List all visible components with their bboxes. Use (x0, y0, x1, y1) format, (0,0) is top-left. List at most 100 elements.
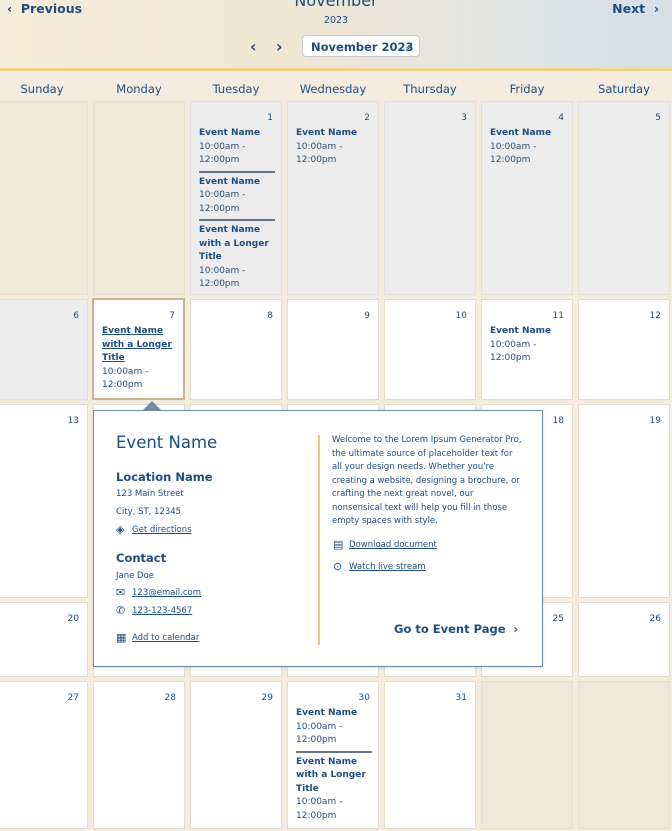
event-time: 10:00am - 12:00pm (199, 141, 246, 166)
event-item[interactable]: Event Name 10:00am - 12:00pm (296, 127, 372, 171)
day-cell-11[interactable]: 11 Event Name 10:00am - 12:00pm (481, 299, 573, 400)
phone-link[interactable]: 123-123-4567 (132, 606, 192, 616)
next-label: Next (612, 1, 646, 16)
day-cell-9[interactable]: 9 (287, 299, 379, 400)
day-cell-31[interactable]: 31 (384, 681, 476, 829)
day-cell-2[interactable]: 2 Event Name 10:00am - 12:00pm (287, 101, 379, 295)
event-item[interactable]: Event Name with a Longer Title 10:00am - … (296, 756, 372, 827)
event-time: 10:00am - 12:00pm (296, 721, 343, 746)
event-time: 10:00am - 12:00pm (490, 339, 537, 364)
day-cell-26[interactable]: 26 (578, 602, 670, 677)
day-number: 25 (552, 614, 564, 624)
prev-month-arrow-icon[interactable]: ‹ (250, 37, 257, 57)
month-picker-value: November 2023 (311, 40, 414, 54)
event-item[interactable]: Event Name 10:00am - 12:00pm (199, 176, 275, 221)
header-accent-line (0, 68, 672, 71)
download-document-link[interactable]: Download document (349, 540, 437, 550)
event-description: Welcome to the Lorem Ipsum Generator Pro… (332, 435, 522, 526)
event-item[interactable]: Event Name 10:00am - 12:00pm (490, 325, 566, 369)
day-cell-20[interactable]: 20 (0, 602, 88, 677)
day-number: 26 (649, 614, 661, 624)
event-item[interactable]: Event Name 10:00am - 12:00pm (490, 127, 566, 171)
event-item-selected[interactable]: Event Name with a Longer Title 10:00am - … (102, 325, 177, 396)
event-item[interactable]: Event Name 10:00am - 12:00pm (199, 127, 275, 173)
event-name: Event Name (296, 128, 358, 138)
day-number: 30 (358, 693, 370, 703)
event-time: 10:00am - 12:00pm (296, 797, 343, 821)
day-cell-13[interactable]: 13 (0, 404, 88, 598)
event-item[interactable]: Event Name with a Longer Title 10:00am - … (199, 224, 275, 295)
day-cell-10[interactable]: 10 (384, 299, 476, 400)
month-picker[interactable]: November 2023 ⌄ (302, 35, 420, 57)
day-number: 19 (649, 416, 661, 426)
weekday-friday: Friday (509, 82, 545, 96)
mail-icon: ✉ (116, 586, 126, 599)
next-button[interactable]: Next › (612, 1, 659, 16)
day-number: 1 (267, 113, 273, 123)
phone-icon: ✆ (116, 604, 126, 617)
street-address: 123 Main Street (116, 489, 184, 499)
day-cell-6[interactable]: 6 (0, 299, 88, 400)
location-heading: Location Name (116, 470, 213, 484)
weekday-thursday: Thursday (403, 82, 457, 96)
go-to-event-page-button[interactable]: Go to Event Page › (394, 622, 518, 636)
event-name: Event Name (296, 708, 358, 718)
event-time: 10:00am - 12:00pm (490, 141, 537, 166)
day-cell-28[interactable]: 28 (93, 681, 185, 829)
weekday-sunday: Sunday (20, 82, 64, 96)
weekday-monday: Monday (116, 82, 162, 96)
event-name: Event Name (199, 176, 261, 187)
event-item[interactable]: Event Name 10:00am - 12:00pm (296, 707, 372, 753)
day-cell-empty (481, 681, 573, 829)
day-number: 9 (364, 311, 370, 321)
directions-icon: ◈ (116, 523, 125, 536)
chevron-right-icon: › (653, 1, 659, 16)
event-time: 10:00am - 12:00pm (296, 141, 343, 166)
event-time: 10:00am - 12:00pm (199, 190, 246, 214)
event-popup: Event Name Location Name 123 Main Street… (93, 410, 543, 667)
day-number: 29 (261, 693, 273, 703)
day-cell-8[interactable]: 8 (190, 299, 282, 400)
day-number: 2 (364, 113, 370, 123)
event-name: Event Name with a Longer Title (199, 225, 269, 262)
day-cell-3[interactable]: 3 (384, 101, 476, 295)
city-address: City, ST, 12345 (116, 507, 182, 517)
document-icon: ▤ (333, 538, 344, 551)
weekday-tuesday: Tuesday (212, 82, 260, 96)
day-cell-30[interactable]: 30 Event Name 10:00am - 12:00pm Event Nam… (287, 681, 379, 829)
day-number: 4 (558, 113, 564, 123)
day-number: 6 (73, 311, 79, 321)
day-number: 18 (552, 416, 564, 426)
day-cell-7-selected[interactable]: 7 Event Name with a Longer Title 10:00am … (92, 298, 185, 400)
watch-live-stream-link[interactable]: Watch live stream (349, 562, 426, 572)
day-cell-empty (0, 101, 88, 295)
email-link[interactable]: 123@email.com (132, 588, 201, 598)
day-cell-27[interactable]: 27 (0, 681, 88, 829)
weekday-wednesday: Wednesday (299, 82, 367, 96)
get-directions-link[interactable]: Get directions (132, 525, 192, 535)
day-cell-1[interactable]: 1 Event Name 10:00am - 12:00pm Event Name… (190, 101, 282, 295)
day-cell-29[interactable]: 29 (190, 681, 282, 829)
event-name: Event Name (199, 128, 261, 138)
popup-caret (143, 401, 161, 410)
day-number: 10 (455, 311, 467, 321)
next-month-arrow-icon[interactable]: › (276, 37, 283, 57)
day-number: 8 (267, 311, 273, 321)
day-cell-4[interactable]: 4 Event Name 10:00am - 12:00pm (481, 101, 573, 295)
day-cell-19[interactable]: 19 (578, 404, 670, 598)
event-name: Event Name with a Longer Title (102, 326, 172, 363)
day-cell-12[interactable]: 12 (578, 299, 670, 400)
day-number: 31 (455, 693, 467, 703)
day-cell-empty (93, 101, 185, 295)
month-title: November (294, 0, 378, 10)
add-to-calendar-link[interactable]: Add to calendar (132, 633, 199, 643)
day-number: 7 (169, 311, 175, 321)
weekday-saturday: Saturday (598, 82, 650, 96)
day-cell-5[interactable]: 5 (578, 101, 670, 295)
play-icon: ⊙ (333, 560, 343, 573)
calendar-icon: ▦ (116, 631, 127, 644)
event-time: 10:00am - 12:00pm (199, 265, 246, 290)
day-cell-empty (578, 681, 670, 829)
day-number: 13 (67, 416, 79, 426)
contact-heading: Contact (116, 551, 167, 565)
